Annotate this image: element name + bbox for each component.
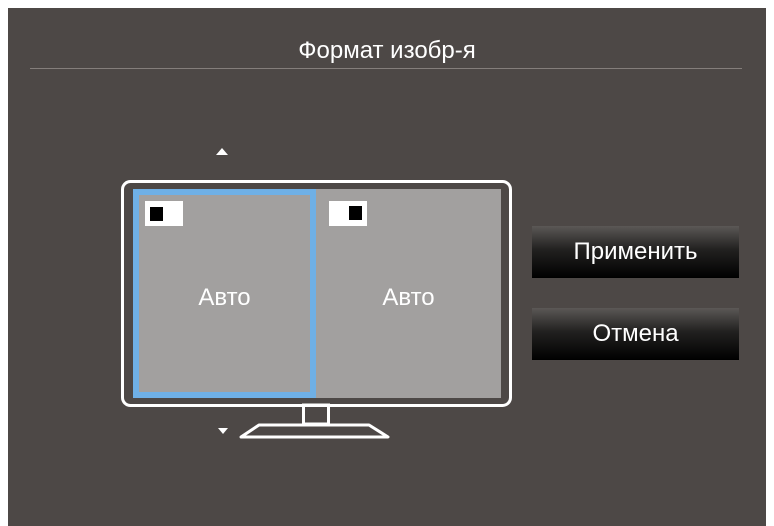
picture-size-option-1[interactable]: Авто [133, 189, 316, 398]
aspect-ratio-icon [329, 201, 367, 226]
monitor-neck [302, 403, 330, 426]
cancel-button[interactable]: Отмена [532, 308, 739, 360]
picture-size-osd: Формат изобр-я Авто Авто Применить Отмен… [8, 8, 766, 526]
aspect-ratio-icon [145, 201, 183, 226]
option-label: Авто [198, 284, 251, 311]
picture-size-option-2[interactable]: Авто [316, 189, 501, 398]
apply-button[interactable]: Применить [532, 226, 739, 278]
option-label: Авто [382, 284, 435, 311]
monitor-base [239, 423, 390, 439]
